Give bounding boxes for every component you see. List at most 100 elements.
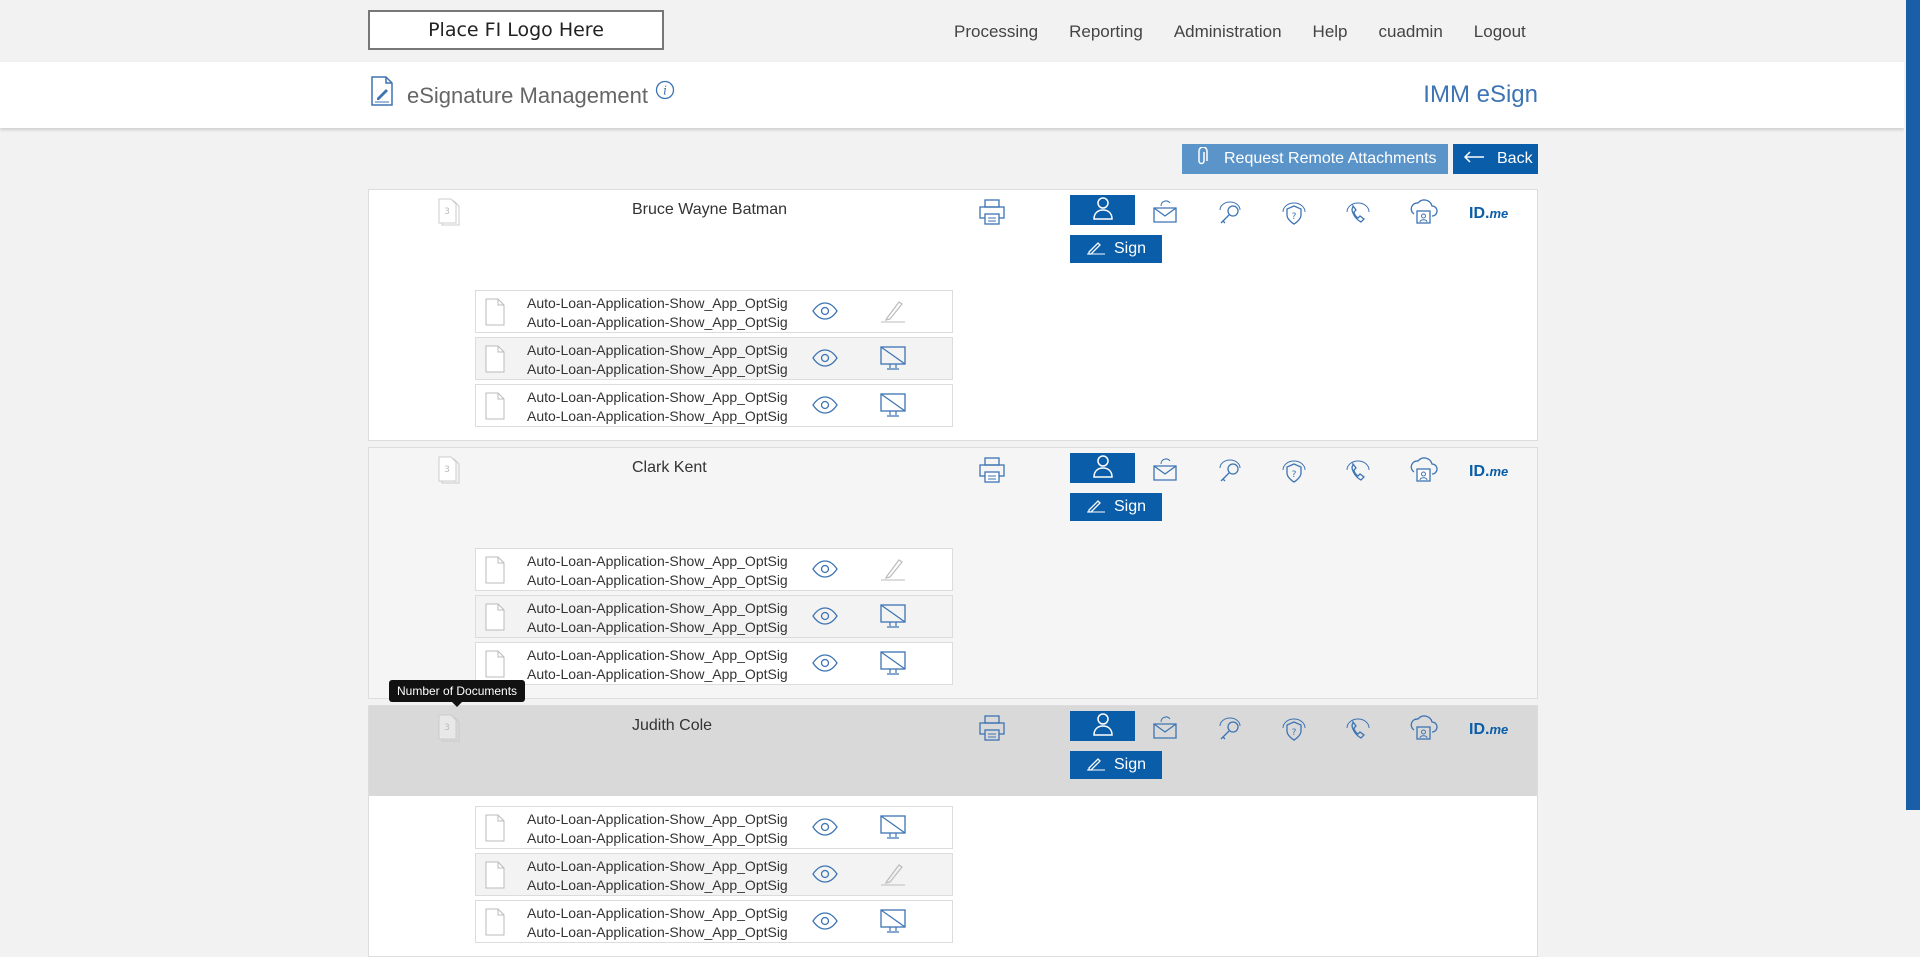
auth-cloud-id-icon[interactable] — [1408, 198, 1438, 231]
document-row: Auto-Loan-Application-Show_App_OptSig Aut… — [475, 384, 953, 427]
auth-idme-logo[interactable]: ID.me — [1469, 205, 1508, 223]
monitor-icon[interactable] — [879, 392, 907, 423]
sign-pen-icon[interactable] — [879, 556, 907, 587]
info-icon[interactable]: i — [655, 80, 675, 105]
document-row: Auto-Loan-Application-Show_App_OptSig Aut… — [475, 548, 953, 591]
signer-card: 3 Judith Cole ? ID.me Sign Auto-Loan-App… — [368, 705, 1538, 957]
sign-button[interactable]: Sign — [1070, 493, 1162, 521]
printer-icon[interactable] — [978, 715, 1006, 746]
top-bar: Place FI Logo Here Processing Reporting … — [0, 0, 1900, 62]
auth-phone-icon[interactable] — [1343, 198, 1373, 231]
eye-icon[interactable] — [812, 560, 838, 583]
document-count-icon[interactable]: 3 — [437, 198, 461, 231]
file-icon — [484, 392, 506, 425]
auth-idme-logo[interactable]: ID.me — [1469, 463, 1508, 481]
file-icon — [484, 650, 506, 683]
number-of-documents-tooltip: Number of Documents — [389, 680, 526, 707]
eye-icon[interactable] — [812, 818, 838, 841]
monitor-icon[interactable] — [879, 603, 907, 634]
document-name: Auto-Loan-Application-Show_App_OptSig — [527, 314, 788, 330]
arrow-left-icon — [1463, 150, 1485, 168]
signer-name: Bruce Wayne Batman — [632, 201, 788, 218]
sign-label: Sign — [1114, 756, 1147, 773]
nav-reporting[interactable]: Reporting — [1069, 22, 1143, 42]
signer-name: Judith Cole — [632, 717, 713, 734]
monitor-icon[interactable] — [879, 345, 907, 376]
auth-cloud-id-icon[interactable] — [1408, 714, 1438, 747]
auth-email-icon[interactable] — [1151, 714, 1181, 745]
nav-administration[interactable]: Administration — [1174, 22, 1282, 42]
app-name: IMM eSign — [1423, 81, 1538, 108]
document-name: Auto-Loan-Application-Show_App_OptSig — [527, 600, 788, 616]
auth-key-icon[interactable] — [1214, 714, 1244, 747]
svg-text:3: 3 — [444, 207, 450, 217]
printer-icon[interactable] — [978, 457, 1006, 488]
nav-logout[interactable]: Logout — [1474, 22, 1526, 42]
document-row: Auto-Loan-Application-Show_App_OptSig Aut… — [475, 290, 953, 333]
auth-phone-icon[interactable] — [1343, 714, 1373, 747]
document-name: Auto-Loan-Application-Show_App_OptSig — [527, 858, 788, 874]
fi-logo-placeholder[interactable]: Place FI Logo Here — [368, 10, 664, 50]
document-name: Auto-Loan-Application-Show_App_OptSig — [527, 553, 788, 569]
file-icon — [484, 908, 506, 941]
eye-icon[interactable] — [812, 396, 838, 419]
document-name: Auto-Loan-Application-Show_App_OptSig — [527, 295, 788, 311]
auth-key-icon[interactable] — [1214, 456, 1244, 489]
scrollbar-thumb[interactable] — [1906, 0, 1920, 810]
signer-header: 3 Clark Kent ? ID.me Sign — [369, 448, 1537, 538]
document-name: Auto-Loan-Application-Show_App_OptSig — [527, 389, 788, 405]
request-remote-attachments-label: Request Remote Attachments — [1224, 150, 1437, 167]
auth-security-question-icon[interactable]: ? — [1279, 456, 1309, 489]
eye-icon[interactable] — [812, 865, 838, 888]
file-icon — [484, 814, 506, 847]
back-label: Back — [1497, 150, 1533, 167]
file-icon — [484, 603, 506, 636]
auth-in-person-button[interactable] — [1070, 453, 1135, 483]
auth-cloud-id-icon[interactable] — [1408, 456, 1438, 489]
back-button[interactable]: Back — [1453, 144, 1538, 174]
auth-security-question-icon[interactable]: ? — [1279, 198, 1309, 231]
signer-card: 3 Clark Kent ? ID.me Sign Auto-Loan-Appl… — [368, 447, 1538, 699]
eye-icon[interactable] — [812, 349, 838, 372]
document-count-icon[interactable]: 3 — [437, 456, 461, 489]
nav-processing[interactable]: Processing — [954, 22, 1038, 42]
printer-icon[interactable] — [978, 199, 1006, 230]
monitor-icon[interactable] — [879, 814, 907, 845]
auth-phone-icon[interactable] — [1343, 456, 1373, 489]
signer-name: Clark Kent — [632, 459, 707, 476]
eye-icon[interactable] — [812, 912, 838, 935]
document-name: Auto-Loan-Application-Show_App_OptSig — [527, 572, 788, 588]
svg-text:?: ? — [1292, 212, 1297, 222]
document-name: Auto-Loan-Application-Show_App_OptSig — [527, 619, 788, 635]
auth-security-question-icon[interactable]: ? — [1279, 714, 1309, 747]
auth-in-person-button[interactable] — [1070, 711, 1135, 741]
document-count-icon[interactable]: 3 — [437, 714, 461, 747]
document-name: Auto-Loan-Application-Show_App_OptSig — [527, 408, 788, 424]
monitor-icon[interactable] — [879, 908, 907, 939]
auth-key-icon[interactable] — [1214, 198, 1244, 231]
auth-email-icon[interactable] — [1151, 198, 1181, 229]
auth-email-icon[interactable] — [1151, 456, 1181, 487]
eye-icon[interactable] — [812, 302, 838, 325]
nav-help[interactable]: Help — [1313, 22, 1348, 42]
document-row: Auto-Loan-Application-Show_App_OptSig Aut… — [475, 337, 953, 380]
sign-label: Sign — [1114, 240, 1147, 257]
auth-in-person-button[interactable] — [1070, 195, 1135, 225]
page-header: eSignature Management i IMM eSign — [0, 62, 1904, 128]
request-remote-attachments-button[interactable]: Request Remote Attachments — [1182, 144, 1448, 174]
auth-idme-logo[interactable]: ID.me — [1469, 721, 1508, 739]
svg-text:i: i — [663, 84, 667, 98]
eye-icon[interactable] — [812, 654, 838, 677]
nav-user[interactable]: cuadmin — [1379, 22, 1443, 42]
sign-button[interactable]: Sign — [1070, 751, 1162, 779]
sign-pen-icon[interactable] — [879, 861, 907, 892]
esign-document-icon — [370, 76, 394, 111]
sign-pen-icon[interactable] — [879, 298, 907, 329]
file-icon — [484, 556, 506, 589]
document-row: Auto-Loan-Application-Show_App_OptSig Aut… — [475, 853, 953, 896]
sign-button[interactable]: Sign — [1070, 235, 1162, 263]
monitor-icon[interactable] — [879, 650, 907, 681]
svg-text:3: 3 — [444, 723, 450, 733]
svg-text:?: ? — [1292, 728, 1297, 738]
eye-icon[interactable] — [812, 607, 838, 630]
